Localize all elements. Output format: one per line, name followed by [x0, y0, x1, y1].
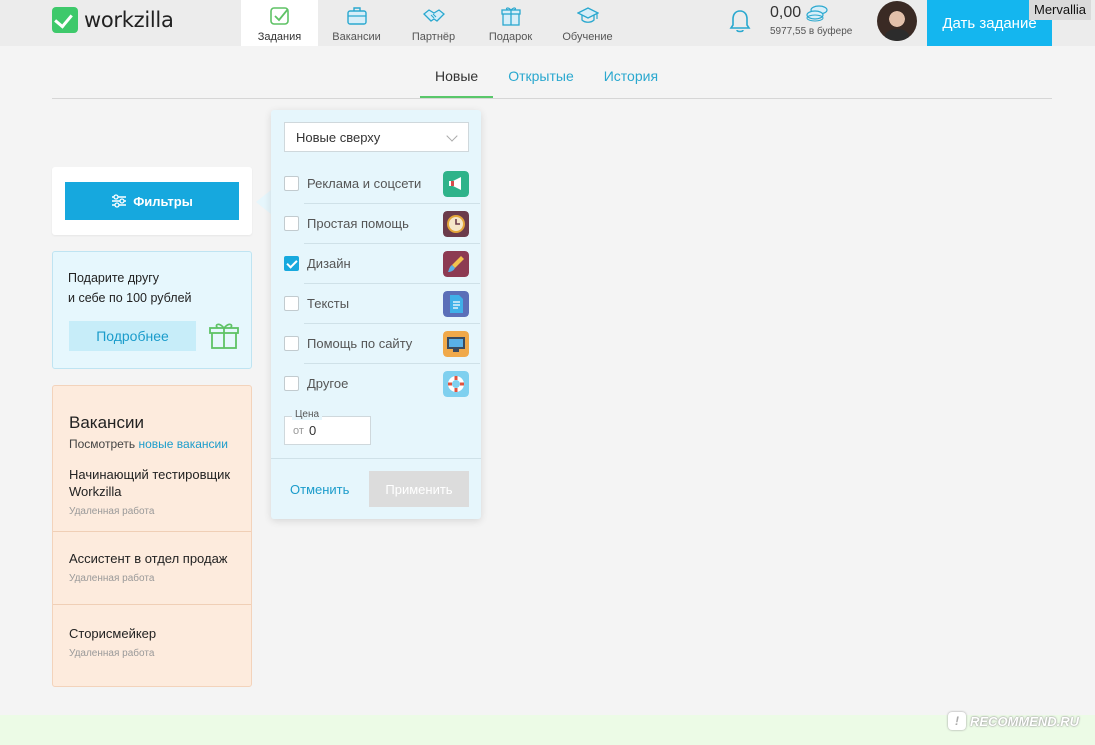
nav-label: Вакансии [332, 31, 381, 43]
nav-item-gift[interactable]: Подарок [472, 0, 549, 46]
vacancy-type: Удаленная работа [69, 506, 155, 517]
balance-row: 0,00 [770, 4, 852, 22]
category-checkbox[interactable] [284, 336, 299, 351]
chevron-down-icon [446, 130, 458, 142]
graduation-cap-icon [576, 7, 599, 23]
category-checkbox[interactable] [284, 256, 299, 271]
sliders-icon [112, 194, 127, 208]
nav-item-education[interactable]: Обучение [549, 0, 626, 46]
nav-item-vacancies[interactable]: Вакансии [318, 0, 395, 46]
cancel-button[interactable]: Отменить [290, 482, 349, 497]
panel-divider [271, 458, 481, 459]
vacancies-subtitle: Посмотреть новые вакансии [69, 437, 228, 451]
vacancies-view-prefix: Посмотреть [69, 437, 136, 451]
filters-card: Фильтры [52, 167, 252, 235]
category-checkbox[interactable] [284, 176, 299, 191]
vacancy-divider [53, 531, 251, 532]
briefcase-icon [346, 7, 367, 25]
category-label: Помощь по сайту [307, 336, 413, 351]
tab-new[interactable]: Новые [420, 62, 494, 98]
category-label: Другое [307, 376, 349, 391]
gift-text-line1: Подарите другу [68, 271, 160, 285]
recommend-logo-icon: ! [948, 712, 966, 730]
brush-icon [443, 251, 469, 277]
apply-button[interactable]: Применить [369, 471, 469, 507]
vacancy-item[interactable]: Сторисмейкер Удаленная работа [53, 625, 251, 659]
filters-button-label: Фильтры [133, 193, 193, 209]
vacancy-item[interactable]: Ассистент в отдел продаж Удаленная работ… [53, 550, 251, 584]
vacancy-divider [53, 604, 251, 605]
sort-select-value: Новые сверху [296, 130, 381, 145]
main-nav: Задания Вакансии Партнёр Подарок Обучени… [241, 0, 626, 46]
buffer-amount: 5977,55 в буфере [770, 26, 853, 37]
vacancy-item[interactable]: Начинающий тестировщик Workzilla Удаленн… [53, 466, 251, 517]
top-header: workzilla Задания Вакансии Партнёр Подар… [0, 0, 1095, 46]
category-checkbox[interactable] [284, 216, 299, 231]
balance[interactable]: 0,00 5977,55 в буфере [770, 4, 852, 37]
watermark-text: RECOMMEND.RU [970, 713, 1080, 729]
coins-icon [806, 5, 828, 22]
price-value: 0 [309, 423, 317, 438]
tabs-divider [52, 98, 1052, 99]
monitor-icon [443, 331, 469, 357]
clock-icon [443, 211, 469, 237]
vacancies-title: Вакансии [69, 413, 144, 432]
gift-promo-text: Подарите другу и себе по 100 рублей [68, 268, 243, 308]
logo-check-icon [52, 7, 78, 33]
gift-icon [500, 7, 521, 26]
handshake-icon [422, 9, 445, 22]
vacancy-name: Ассистент в отдел продаж [69, 551, 228, 566]
bell-icon[interactable] [728, 8, 752, 34]
gift-more-button[interactable]: Подробнее [69, 321, 196, 351]
category-label: Дизайн [307, 256, 351, 271]
nav-label: Обучение [562, 31, 613, 43]
logo-text: workzilla [84, 8, 174, 32]
vacancy-type: Удаленная работа [69, 573, 155, 584]
username-label: Mervallia [1029, 0, 1092, 20]
vacancies-card: Вакансии Посмотреть новые вакансии Начин… [52, 385, 252, 687]
new-vacancies-link[interactable]: новые вакансии [139, 437, 228, 451]
category-checkbox[interactable] [284, 296, 299, 311]
category-row-design[interactable]: Дизайн [284, 244, 480, 284]
gift-text-line2: и себе по 100 рублей [68, 291, 192, 305]
nav-label: Задания [257, 31, 302, 43]
category-row-simple-help[interactable]: Простая помощь [284, 204, 480, 244]
nav-label: Партнёр [411, 31, 456, 43]
category-row-ads[interactable]: Реклама и соцсети [284, 164, 480, 204]
category-row-texts[interactable]: Тексты [284, 284, 480, 324]
category-label: Тексты [307, 296, 350, 311]
nav-item-tasks[interactable]: Задания [241, 0, 318, 46]
sort-select[interactable]: Новые сверху [284, 122, 469, 152]
watermark: ! RECOMMEND.RU [948, 712, 1079, 730]
price-from-input[interactable]: от 0 [284, 416, 371, 445]
logo[interactable]: workzilla [52, 7, 174, 33]
vacancy-name: Сторисмейкер [69, 626, 157, 641]
category-row-other[interactable]: Другое [284, 364, 480, 404]
filters-panel: Новые сверху Реклама и соцсети Простая п… [271, 110, 481, 519]
lifebuoy-icon [443, 371, 469, 397]
nav-item-partner[interactable]: Партнёр [395, 0, 472, 46]
avatar[interactable] [877, 1, 917, 41]
task-tabs: Новые Открытые История [420, 62, 673, 98]
vacancy-name: Начинающий тестировщик Workzilla [69, 467, 231, 499]
footer-strip [0, 715, 1095, 745]
tab-history[interactable]: История [589, 62, 673, 98]
gift-promo-card: Подарите другу и себе по 100 рублей Подр… [52, 251, 252, 369]
tasks-icon [269, 7, 289, 25]
category-label: Реклама и соцсети [307, 176, 422, 191]
price-from-prefix: от [293, 425, 304, 437]
category-label: Простая помощь [307, 216, 409, 231]
tab-open[interactable]: Открытые [493, 62, 589, 98]
nav-label: Подарок [488, 31, 533, 43]
category-checkbox[interactable] [284, 376, 299, 391]
filters-button[interactable]: Фильтры [65, 182, 239, 220]
document-icon [443, 291, 469, 317]
category-row-site-help[interactable]: Помощь по сайту [284, 324, 480, 364]
panel-pointer [256, 190, 271, 214]
megaphone-icon [443, 171, 469, 197]
vacancy-type: Удаленная работа [69, 648, 155, 659]
balance-amount: 0,00 [770, 4, 802, 21]
price-label: Цена [292, 409, 323, 420]
gift-icon [209, 323, 239, 349]
